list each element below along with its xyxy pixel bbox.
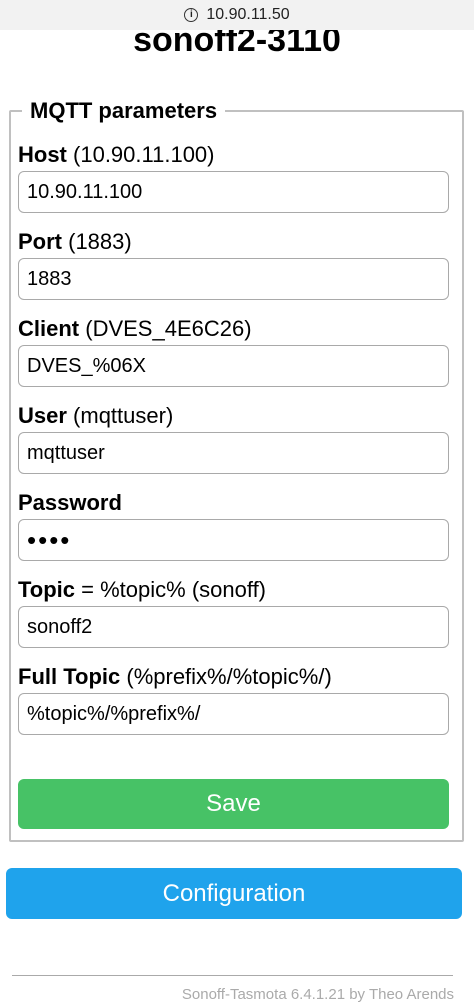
- topic-label-name: Topic: [18, 577, 76, 602]
- save-button[interactable]: Save: [18, 779, 449, 829]
- user-label: User (mqttuser): [18, 403, 173, 429]
- password-label: Password: [18, 490, 122, 516]
- full-topic-label-hint: (%prefix%/%topic%/): [126, 664, 332, 689]
- client-label-name: Client: [18, 316, 80, 341]
- address-bar[interactable]: i 10.90.11.50: [0, 0, 474, 30]
- port-label: Port (1883): [18, 229, 132, 255]
- host-label: Host (10.90.11.100): [18, 142, 215, 168]
- topic-input[interactable]: sonoff2: [18, 606, 449, 648]
- info-icon[interactable]: i: [184, 8, 199, 22]
- fieldset-legend: MQTT parameters: [30, 98, 218, 123]
- full-topic-label: Full Topic (%prefix%/%topic%/): [18, 664, 332, 690]
- user-label-name: User: [18, 403, 67, 428]
- client-label: Client (DVES_4E6C26): [18, 316, 252, 342]
- host-label-name: Host: [18, 142, 67, 167]
- password-label-name: Password: [18, 490, 122, 515]
- full-topic-input[interactable]: %topic%/%prefix%/: [18, 693, 449, 735]
- client-input[interactable]: DVES_%06X: [18, 345, 449, 387]
- topic-label: Topic = %topic% (sonoff): [18, 577, 266, 603]
- port-label-name: Port: [18, 229, 62, 254]
- user-label-hint: (mqttuser): [73, 403, 174, 428]
- configuration-button[interactable]: Configuration: [6, 868, 462, 919]
- full-topic-label-name: Full Topic: [18, 664, 121, 689]
- host-input[interactable]: 10.90.11.100: [18, 171, 449, 213]
- user-input[interactable]: mqttuser: [18, 432, 449, 474]
- footer-divider: [12, 975, 453, 976]
- port-label-hint: (1883): [68, 229, 132, 254]
- host-label-hint: (10.90.11.100): [73, 142, 215, 167]
- password-input[interactable]: ••••: [18, 519, 449, 561]
- footer-credit[interactable]: Sonoff-Tasmota 6.4.1.21 by Theo Arends: [182, 986, 454, 1003]
- url-text: 10.90.11.50: [206, 6, 290, 23]
- port-input[interactable]: 1883: [18, 258, 449, 300]
- topic-label-hint: = %topic% (sonoff): [81, 577, 267, 602]
- client-label-hint: (DVES_4E6C26): [85, 316, 252, 341]
